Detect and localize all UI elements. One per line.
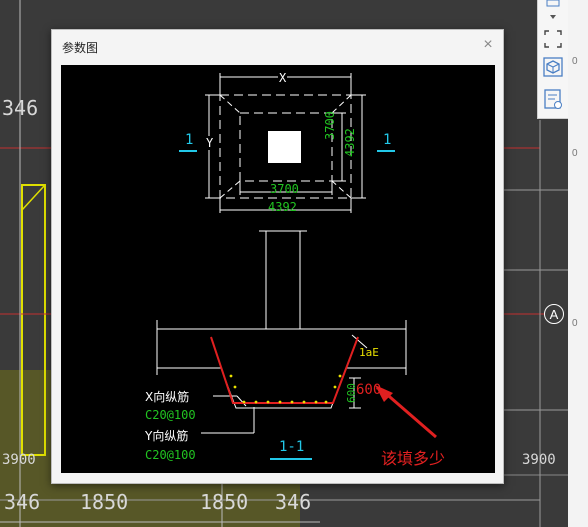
bg-dim-bottom-3: 1850 bbox=[200, 490, 249, 514]
y-rebar-label: Y向纵筋 bbox=[145, 429, 189, 443]
bg-dim-bottom-4: 346 bbox=[275, 490, 312, 514]
rebar-dots bbox=[229, 374, 342, 404]
bg-dim-bottom-1: 346 bbox=[4, 490, 41, 514]
right-toolbar bbox=[537, 0, 569, 119]
fullscreen-icon[interactable] bbox=[542, 28, 564, 50]
section-mark-left: 1 bbox=[185, 132, 194, 148]
strip-tick: 0 bbox=[572, 318, 578, 329]
strip-tick: 0 bbox=[572, 56, 578, 67]
bg-dim-left-bottom: 3900 bbox=[2, 452, 36, 468]
cube-icon[interactable] bbox=[542, 56, 564, 78]
depth-value: 600 bbox=[356, 382, 382, 398]
x-rebar-label: X向纵筋 bbox=[145, 390, 190, 404]
dim-inner-right: 3700 bbox=[323, 111, 337, 140]
dim-outer-right: 4392 bbox=[343, 128, 357, 157]
dialog-title: 参数图 bbox=[62, 41, 99, 55]
annotation-question: 该填多少 bbox=[381, 449, 446, 468]
right-panel-strip: 0 0 0 bbox=[568, 0, 588, 527]
chevron-down-icon[interactable] bbox=[542, 0, 564, 22]
parameter-diagram-dialog: 参数图 × X Y 1 1 3700 4392 3700 4392 1aE 60… bbox=[51, 29, 504, 484]
section-mark-right: 1 bbox=[383, 132, 392, 148]
diagram-canvas: X Y 1 1 3700 4392 3700 4392 1aE 600 600 … bbox=[61, 65, 495, 473]
plan-y-label: Y bbox=[206, 136, 214, 150]
x-rebar-spec: C20@100 bbox=[145, 408, 196, 422]
bg-dim-bottom-2: 1850 bbox=[80, 490, 129, 514]
axis-marker-a: A bbox=[544, 304, 564, 324]
y-rebar-spec: C20@100 bbox=[145, 448, 196, 462]
section-title: 1-1 bbox=[279, 439, 305, 455]
dim-outer-bottom: 4392 bbox=[268, 200, 297, 214]
annotation-arrow-line bbox=[382, 389, 437, 439]
rebar-outline bbox=[210, 336, 359, 404]
diagram-svg bbox=[156, 73, 437, 460]
bg-dim-right: 3900 bbox=[522, 452, 556, 468]
plan-x-label: X bbox=[278, 71, 288, 85]
bg-dim-left-top: 346 bbox=[2, 96, 39, 120]
strip-tick: 0 bbox=[572, 148, 578, 159]
report-icon[interactable] bbox=[542, 88, 564, 110]
dim-inner-bottom: 3700 bbox=[270, 182, 299, 196]
column-section bbox=[268, 131, 301, 163]
close-icon[interactable]: × bbox=[479, 36, 497, 54]
lae-label: 1aE bbox=[359, 346, 379, 359]
